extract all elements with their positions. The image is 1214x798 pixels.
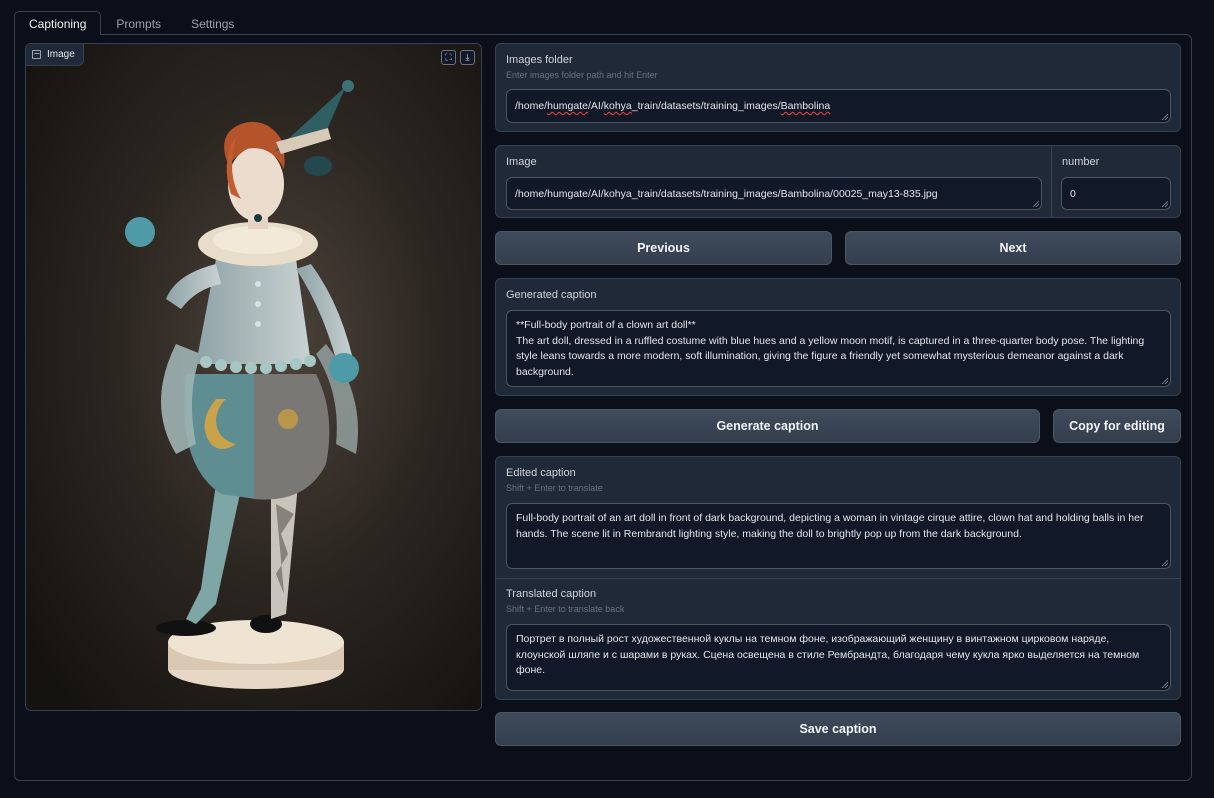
edited-caption-label: Edited caption xyxy=(506,467,576,479)
tab-bar: Captioning Prompts Settings xyxy=(14,11,249,36)
tab-settings[interactable]: Settings xyxy=(176,11,249,35)
translated-caption-label: Translated caption xyxy=(506,588,597,600)
image-path-label: Image xyxy=(506,156,537,168)
edited-caption-textarea[interactable]: Full-body portrait of an art doll in fro… xyxy=(506,503,1171,569)
save-caption-button[interactable]: Save caption xyxy=(495,712,1181,746)
previous-button[interactable]: Previous xyxy=(495,231,832,265)
fullscreen-icon[interactable]: ⛶ xyxy=(441,50,456,65)
image-label-text: Image xyxy=(47,49,75,60)
number-input[interactable]: 0 xyxy=(1061,177,1171,210)
image-path-input[interactable]: /home/humgate/AI/kohya_train/datasets/tr… xyxy=(506,177,1042,210)
images-folder-block: Images folder Enter images folder path a… xyxy=(495,43,1181,132)
images-folder-input[interactable]: /home/humgate/AI/kohya _train/datasets/tr… xyxy=(506,89,1171,123)
download-icon[interactable]: ⤓ xyxy=(460,50,475,65)
image-path-block: Image /home/humgate/AI/kohya_train/datas… xyxy=(495,145,1181,218)
tab-captioning[interactable]: Captioning xyxy=(14,11,102,36)
edited-caption-hint: Shift + Enter to translate xyxy=(506,483,603,493)
translated-caption-textarea[interactable]: Портрет в полный рост художественной кук… xyxy=(506,624,1171,691)
copy-for-editing-button[interactable]: Copy for editing xyxy=(1053,409,1181,443)
caption-editor-block: Edited caption Shift + Enter to translat… xyxy=(495,456,1181,700)
generated-caption-block: Generated caption **Full-body portrait o… xyxy=(495,278,1181,396)
translated-caption-hint: Shift + Enter to translate back xyxy=(506,604,625,614)
generate-caption-button[interactable]: Generate caption xyxy=(495,409,1040,443)
images-folder-label: Images folder xyxy=(506,54,573,66)
number-label: number xyxy=(1062,156,1100,168)
tab-prompts[interactable]: Prompts xyxy=(101,11,176,35)
image-preview: Image ⛶ ⤓ xyxy=(25,43,482,711)
image-icon xyxy=(32,50,41,59)
generated-caption-textarea[interactable]: **Full-body portrait of a clown art doll… xyxy=(506,310,1171,387)
images-folder-hint: Enter images folder path and hit Enter xyxy=(506,70,658,80)
generated-caption-label: Generated caption xyxy=(506,289,597,301)
next-button[interactable]: Next xyxy=(845,231,1181,265)
image-label: Image xyxy=(26,44,84,66)
doll-photo xyxy=(26,44,481,710)
